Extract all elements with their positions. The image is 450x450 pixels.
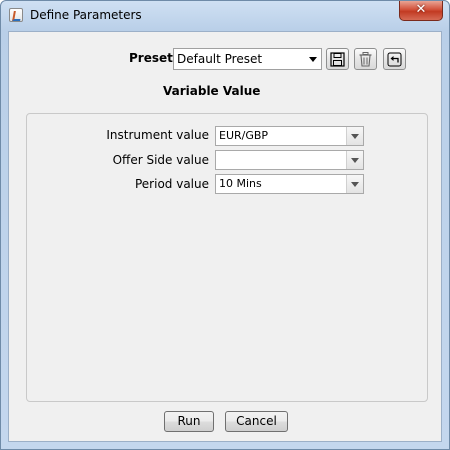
instrument-combo[interactable]: EUR/GBP xyxy=(215,126,364,146)
chevron-down-icon[interactable] xyxy=(346,151,363,169)
cancel-button[interactable]: Cancel xyxy=(225,411,288,432)
window-title: Define Parameters xyxy=(30,8,142,22)
save-icon xyxy=(330,52,345,67)
offer-side-label: Offer Side value xyxy=(112,153,209,167)
close-button[interactable]: ✕ xyxy=(399,1,443,21)
preset-combo-value: Default Preset xyxy=(177,52,263,66)
preset-label: Preset xyxy=(129,51,173,65)
chevron-down-icon[interactable] xyxy=(346,127,363,145)
instrument-value: EUR/GBP xyxy=(219,129,269,142)
dialog-content: Preset Default Preset Variable Value Ins… xyxy=(8,31,442,442)
dialog-window: Define Parameters ✕ Preset Default Prese… xyxy=(0,0,450,450)
title-bar[interactable]: Define Parameters ✕ xyxy=(1,1,449,31)
period-label: Period value xyxy=(134,177,209,191)
instrument-label: Instrument value xyxy=(106,128,209,142)
revert-preset-button[interactable] xyxy=(383,48,406,70)
variable-value-heading: Variable Value xyxy=(163,84,261,98)
chevron-down-icon[interactable] xyxy=(346,175,363,193)
java-app-icon xyxy=(9,8,23,22)
save-preset-button[interactable] xyxy=(326,48,349,70)
undo-icon xyxy=(387,52,402,67)
chevron-down-icon[interactable] xyxy=(309,57,317,62)
delete-preset-button[interactable] xyxy=(354,48,377,70)
offer-side-combo[interactable] xyxy=(215,150,364,170)
period-combo[interactable]: 10 Mins xyxy=(215,174,364,194)
period-value: 10 Mins xyxy=(219,177,262,190)
trash-icon xyxy=(359,52,372,67)
run-button[interactable]: Run xyxy=(164,411,214,432)
preset-combo[interactable]: Default Preset xyxy=(173,48,322,70)
